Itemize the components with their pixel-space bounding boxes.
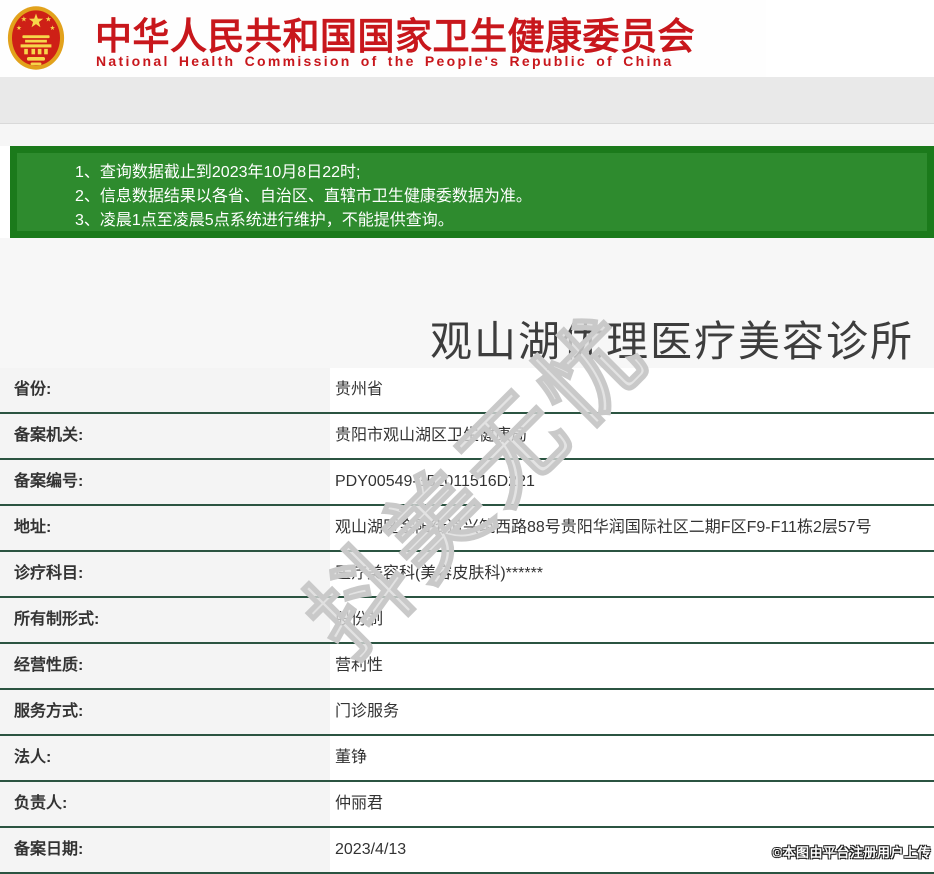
table-row: 地址: 观山湖区金阳街道兴筑西路88号贵阳华润国际社区二期F区F9-F11栋2层… [0,506,934,552]
header-title-en: National Health Commission of the People… [96,53,674,69]
row-value: 门诊服务 [330,690,934,734]
row-label: 备案日期: [0,828,330,872]
table-row: 省份: 贵州省 [0,368,934,414]
row-value: 贵阳市观山湖区卫生健康局 [330,414,934,458]
gray-band [0,77,934,123]
notice-line-3: 3、凌晨1点至凌晨5点系统进行维护，不能提供查询。 [75,209,917,233]
row-value: 观山湖区金阳街道兴筑西路88号贵阳华润国际社区二期F区F9-F11栋2层57号 [330,506,934,550]
star-icon: ★ [21,15,28,24]
table-row: 负责人: 仲丽君 [0,782,934,828]
row-value: 股份制 [330,598,934,642]
row-value: PDY00549-352011516D221 [330,460,934,504]
row-label: 地址: [0,506,330,550]
row-label: 省份: [0,368,330,412]
star-icon: ★ [45,15,52,24]
notice-line-1: 1、查询数据截止到2023年10月8日22时; [75,161,917,185]
table-row: 经营性质: 营利性 [0,644,934,690]
row-label: 服务方式: [0,690,330,734]
row-label: 负责人: [0,782,330,826]
header-title-cn: 中华人民共和国国家卫生健康委员会 [95,6,695,60]
row-label: 诊疗科目: [0,552,330,596]
national-emblem-icon: ★ ★ ★ ★ [7,4,65,72]
row-value: 2023/4/13 [330,828,934,872]
row-value: 医疗美容科(美容皮肤科)****** [330,552,934,596]
table-row: 备案编号: PDY00549-352011516D221 [0,460,934,506]
table-row: 备案日期: 2023/4/13 [0,828,934,874]
row-value: 仲丽君 [330,782,934,826]
row-value: 董铮 [330,736,934,780]
table-row: 服务方式: 门诊服务 [0,690,934,736]
light-band [0,123,934,146]
star-icon: ★ [50,25,56,32]
star-icon: ★ [16,25,22,32]
notice-box-inner: 1、查询数据截止到2023年10月8日22时; 2、信息数据结果以各省、自治区、… [17,153,927,231]
facility-name-title: 观山湖优理医疗美容诊所 [430,308,914,369]
table-row: 诊疗科目: 医疗美容科(美容皮肤科)****** [0,552,934,598]
row-label: 法人: [0,736,330,780]
notice-line-2: 2、信息数据结果以各省、自治区、直辖市卫生健康委数据为准。 [75,185,917,209]
table-row: 所有制形式: 股份制 [0,598,934,644]
row-label: 备案编号: [0,460,330,504]
site-header: ★ ★ ★ ★ 中华人民共和国国家卫生健康委员会 National Health… [0,0,766,77]
row-value: 贵州省 [330,368,934,412]
table-row: 法人: 董铮 [0,736,934,782]
row-label: 经营性质: [0,644,330,688]
row-value: 营利性 [330,644,934,688]
notice-box: 1、查询数据截止到2023年10月8日22时; 2、信息数据结果以各省、自治区、… [10,146,934,238]
registration-table: 省份: 贵州省 备案机关: 贵阳市观山湖区卫生健康局 备案编号: PDY0054… [0,368,934,874]
table-row: 备案机关: 贵阳市观山湖区卫生健康局 [0,414,934,460]
row-label: 所有制形式: [0,598,330,642]
row-label: 备案机关: [0,414,330,458]
